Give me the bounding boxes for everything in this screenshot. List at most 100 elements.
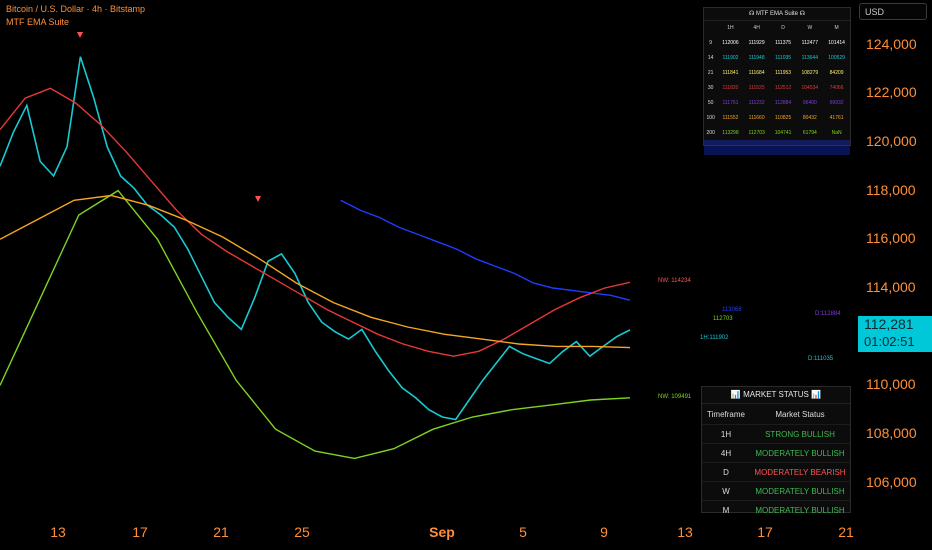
ema-table-header-row: 1H 4H D W M (704, 21, 850, 35)
ema-column-header: 4H (753, 25, 760, 31)
series-line-3 (0, 189, 631, 460)
ema-value-cell: 113644 (801, 54, 818, 61)
ema-length-cell: 30 (707, 84, 714, 91)
ema-value-cell: 112884 (774, 99, 792, 106)
ema-column-header: D (781, 25, 785, 31)
value-tag: D:111035 (808, 356, 834, 363)
bar-countdown: 01:02:51 (864, 334, 915, 349)
ema-value-cell: 110825 (774, 114, 792, 121)
ema-value-cell: 111953 (775, 69, 792, 76)
ema-value-cell: 41761 (829, 114, 844, 121)
time-axis-label: 5 (519, 524, 527, 540)
market-status-title: 📊 MARKET STATUS 📊 (702, 387, 850, 404)
value-tag: NW: 109491 (658, 393, 692, 400)
status-cell: MODERATELY BEARISH (750, 462, 850, 482)
price-axis-label: 114,000 (866, 279, 916, 295)
ema-length-cell: 14 (707, 54, 714, 61)
ema-column-header: M (834, 25, 839, 31)
ema-length-cell (704, 140, 717, 155)
time-axis-label: Sep (429, 524, 455, 540)
time-axis-label: 13 (50, 524, 66, 540)
time-axis-label: 17 (132, 524, 148, 540)
ema-value-cell: 111684 (748, 69, 765, 76)
value-tag: 112703 (713, 315, 733, 322)
ema-value-cell: 61794 (802, 129, 817, 136)
value-tag: 113068 (722, 306, 742, 313)
series-line-0 (0, 56, 631, 421)
ema-value-cell: 104741 (774, 129, 792, 136)
ema-value-cell: 69932 (829, 99, 844, 106)
ema-row: 21 111841 111684 111953 108279 84209 (704, 65, 850, 80)
timeframe-cell: 4H (702, 443, 750, 463)
price-axis-label: 110,000 (866, 376, 916, 393)
ema-row: 9 112006 111929 111375 112477 101414 (704, 35, 850, 50)
market-status-row: 1H STRONG BULLISH (702, 424, 850, 444)
time-axis-label: 9 (600, 524, 608, 540)
ema-value-cell: 111552 (722, 114, 739, 121)
value-tag: D:112884 (815, 311, 841, 318)
ema-suite-table: ☊ MTF EMA Suite ☊ 1H 4H D W M 9 112006 111929 1… (703, 7, 851, 155)
price-axis-label: 118,000 (866, 181, 916, 198)
ema-row: 50 111761 111232 112884 96400 69932 (704, 95, 850, 110)
ema-value-cell: 112703 (748, 129, 765, 136)
timeframe-header: Timeframe (707, 409, 745, 419)
status-cell: MODERATELY BULLISH (750, 481, 850, 501)
ema-row: 30 111820 111525 112512 104534 74066 (704, 80, 850, 95)
price-axis-label: 106,000 (866, 473, 917, 490)
ema-value-cell: 84209 (829, 69, 844, 76)
ema-column-header: 1H (727, 25, 734, 31)
ema-value-cell: 111232 (748, 99, 765, 106)
value-tag: NW: 114234 (658, 278, 691, 285)
ema-value-cell (770, 140, 797, 155)
price-axis-label: 122,000 (866, 84, 917, 101)
market-status-row: 4H MODERATELY BULLISH (702, 443, 850, 463)
ema-value-cell: 111948 (748, 54, 765, 61)
ema-column-header (704, 21, 717, 35)
price-axis-label: 124,000 (866, 35, 917, 52)
ema-table-body: 9 112006 111929 111375 112477 101414 14 111902 1… (704, 35, 850, 155)
market-status-body: 1H STRONG BULLISH 4H MODERATELY BULLISH D MOD… (702, 424, 850, 519)
ema-value-cell: 74066 (829, 84, 844, 91)
ema-row: 14 111902 111948 111035 113644 100529 (704, 50, 850, 65)
ema-value-cell: 80432 (802, 114, 817, 121)
market-status-grid: Timeframe Market Status 1H STRONG BULLISH… (702, 404, 850, 519)
timeframe-cell: W (702, 481, 750, 501)
timeframe-cell: D (702, 462, 750, 482)
series-line-2 (0, 87, 631, 357)
timeframe-cell: M (702, 500, 750, 519)
status-cell: MODERATELY BULLISH (750, 500, 850, 519)
signal-arrow-marker (255, 196, 261, 202)
market-status-row: D MODERATELY BEARISH (702, 462, 850, 482)
ema-value-cell: 111035 (775, 54, 792, 61)
ema-value-cell: 111929 (748, 39, 765, 46)
chart-title: Bitcoin / U.S. Dollar · 4h · Bitstamp (6, 4, 146, 14)
ema-value-cell: 111820 (722, 84, 739, 91)
last-price-value: 112,281 (864, 316, 914, 332)
ema-value-cell: NaN (831, 129, 842, 136)
currency-selector[interactable]: USD (859, 3, 927, 20)
price-axis-label: 108,000 (866, 425, 917, 442)
signal-arrow-marker (77, 32, 83, 38)
status-header: Market Status (775, 409, 825, 419)
market-status-header-row: Timeframe Market Status (702, 404, 850, 425)
ema-value-cell: 111660 (748, 114, 765, 121)
status-cell: MODERATELY BULLISH (750, 443, 850, 463)
ema-value-cell: 113298 (722, 129, 739, 136)
market-status-panel: 📊 MARKET STATUS 📊 Timeframe Market Statu… (701, 386, 851, 519)
last-price-label: 112,281 01:02:51 (858, 316, 932, 352)
price-axis-label: 116,000 (866, 230, 916, 247)
ema-length-cell: 50 (707, 99, 714, 106)
ema-row: 200 113298 112703 104741 61794 NaN (704, 125, 850, 140)
series-line-1 (340, 199, 631, 301)
ema-value-cell: 111375 (775, 39, 792, 46)
ema-value-cell: 108279 (801, 69, 819, 76)
market-status-row: M MODERATELY BULLISH (702, 500, 850, 519)
time-axis-label: 13 (677, 524, 693, 540)
ema-value-cell: 112477 (801, 39, 818, 46)
ema-value-cell: 111902 (722, 54, 739, 61)
series-line-4 (0, 194, 631, 349)
ema-value-cell: 111525 (748, 84, 765, 91)
status-cell: STRONG BULLISH (750, 424, 850, 444)
ema-length-cell: 21 (707, 69, 714, 76)
indicator-name: MTF EMA Suite (6, 17, 70, 27)
